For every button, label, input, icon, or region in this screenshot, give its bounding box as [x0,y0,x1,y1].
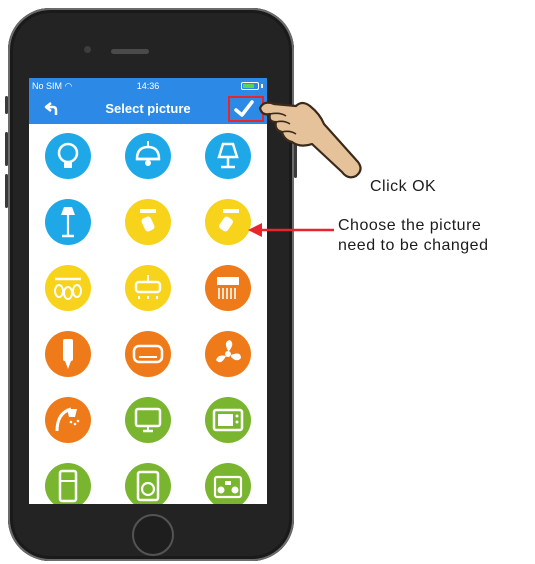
spotlight-icon-glyph [140,209,156,232]
battery-tip [261,84,263,88]
status-time: 14:36 [136,81,160,91]
battery-fill [243,84,254,88]
stereo-icon-glyph [213,475,243,499]
front-camera [84,46,91,53]
fan-light-icon[interactable] [205,265,251,311]
volume-up-button [5,132,8,166]
microwave-icon-glyph [212,408,244,432]
click-ok-label: Click OK [370,178,437,195]
shower-icon-glyph [55,407,80,432]
ceiling-light-icon[interactable] [125,265,171,311]
pendant-lamp-icon[interactable] [125,133,171,179]
tv-icon[interactable] [125,397,171,443]
spotlight-tilted-icon-glyph [219,209,239,232]
battery-icon [241,82,259,90]
stereo-icon[interactable] [205,463,251,504]
pointing-hand-icon [258,101,362,179]
fluorescent-lamp-icon[interactable] [45,331,91,377]
fluorescent-lamp-icon-glyph [63,339,73,369]
app-screen: No SIM ◠ 14:36 Select picture [29,78,267,504]
fan-icon[interactable] [205,331,251,377]
spotlight-tilted-icon[interactable] [205,199,251,245]
washing-machine-icon-glyph [136,470,160,502]
table-lamp-icon-glyph [217,142,239,169]
chandelier-icon-glyph [54,277,82,300]
ceiling-light-icon-glyph [134,275,162,299]
fridge-icon-glyph [58,469,78,503]
spotlight-icon[interactable] [125,199,171,245]
fan-light-icon-glyph [217,277,239,299]
red-arrow-icon [248,223,334,237]
fan-icon-glyph [216,340,241,363]
chandelier-icon[interactable] [45,265,91,311]
shower-icon[interactable] [45,397,91,443]
choose-picture-label: Choose the picture need to be changed [338,216,488,256]
air-conditioner-icon-glyph [132,344,164,364]
earpiece-speaker [111,49,149,54]
tv-icon-glyph [134,407,162,433]
status-bar: No SIM ◠ 14:36 [29,78,267,94]
mute-switch [5,96,8,114]
floor-lamp-icon-glyph [61,207,75,238]
bulb-icon-glyph [57,142,79,168]
air-conditioner-icon[interactable] [125,331,171,377]
choose-line-2: need to be changed [338,237,489,254]
washing-machine-icon[interactable] [125,463,171,504]
table-lamp-icon[interactable] [205,133,251,179]
microwave-icon[interactable] [205,397,251,443]
floor-lamp-icon[interactable] [45,199,91,245]
pendant-lamp-icon-glyph [135,141,161,166]
volume-down-button [5,174,8,208]
picture-grid [29,124,267,504]
bulb-icon[interactable] [45,133,91,179]
home-button[interactable] [132,514,174,556]
choose-line-1: Choose the picture [338,217,482,234]
fridge-icon[interactable] [45,463,91,504]
